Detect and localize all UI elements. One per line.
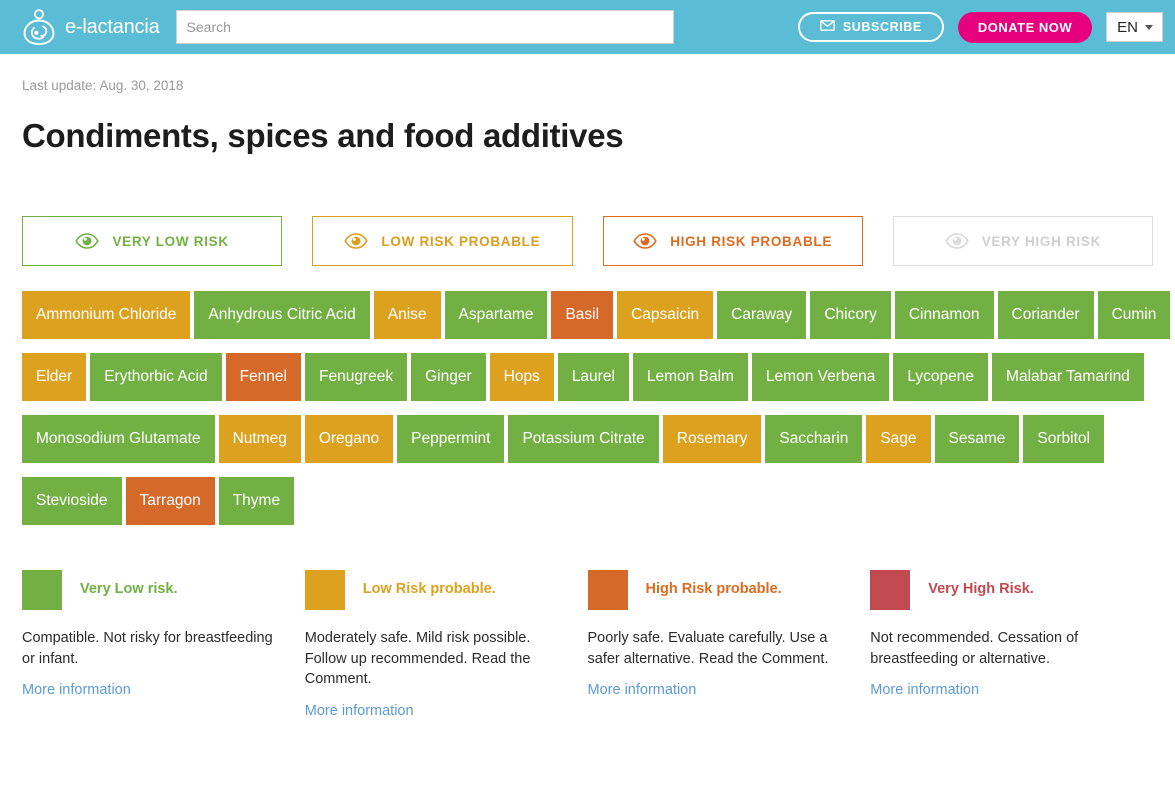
substance-tag[interactable]: Lemon Balm: [632, 353, 748, 401]
legend-header: Very Low risk.: [22, 570, 285, 610]
substance-tag[interactable]: Capsaicin: [617, 291, 714, 339]
breastfeeding-logo-icon: [22, 9, 56, 45]
risk-filter-very-high[interactable]: VERY HIGH RISK: [892, 216, 1153, 266]
substance-tag[interactable]: Oregano: [304, 415, 394, 463]
legend-title: Very High Risk.: [928, 581, 1034, 597]
subscribe-button[interactable]: SUBSCRIBE: [797, 12, 944, 42]
substance-tag[interactable]: Ginger: [411, 353, 486, 401]
subscribe-label: SUBSCRIBE: [842, 20, 922, 34]
substance-tag[interactable]: Lycopene: [893, 353, 989, 401]
substance-tag[interactable]: Thyme: [218, 477, 295, 525]
substance-tag-list: Ammonium Chloride Anhydrous Citric Acid An…: [22, 291, 1171, 525]
legend-item-very-high: Very High Risk. Not recommended. Cessati…: [870, 570, 1153, 720]
legend-item-low: Low Risk probable. Moderately safe. Mild…: [304, 570, 588, 720]
last-update: Last update: Aug. 30, 2018: [22, 78, 184, 93]
substance-tag[interactable]: Sesame: [934, 415, 1020, 463]
legend-item-very-low: Very Low risk. Compatible. Not risky for…: [22, 570, 305, 720]
legend-title: Very Low risk.: [80, 581, 178, 597]
color-swatch: [22, 570, 62, 610]
color-swatch: [304, 570, 345, 610]
substance-tag[interactable]: Cinnamon: [894, 291, 994, 339]
legend-description: Moderately safe. Mild risk possible. Fol…: [304, 630, 531, 688]
substance-tag-row: Ammonium Chloride Anhydrous Citric Acid An…: [22, 291, 1171, 339]
legend-description: Not recommended. Cessation of breastfeed…: [870, 630, 1079, 667]
page-body: Last update: Aug. 30, 2018 Condiments, s…: [0, 78, 1175, 720]
legend-item-high: High Risk probable. Poorly safe. Evaluat…: [587, 570, 871, 720]
eye-icon: [944, 233, 969, 249]
more-information-link[interactable]: More information: [22, 682, 131, 698]
risk-filter-very-low[interactable]: VERY LOW RISK: [22, 216, 283, 266]
risk-filter-label: HIGH RISK PROBABLE: [670, 233, 833, 249]
substance-tag[interactable]: Lemon Verbena: [751, 353, 890, 401]
legend-header: Very High Risk.: [870, 570, 1133, 610]
color-swatch: [587, 570, 628, 610]
substance-tag-row: Stevioside Tarragon Thyme: [22, 477, 1153, 525]
risk-filter-low[interactable]: LOW RISK PROBABLE: [312, 216, 573, 266]
substance-tag[interactable]: Fennel: [225, 353, 301, 401]
substance-tag[interactable]: Stevioside: [22, 477, 122, 525]
substance-tag[interactable]: Basil: [551, 291, 614, 339]
substance-tag[interactable]: Sage: [866, 415, 931, 463]
eye-icon: [75, 233, 100, 249]
language-selected: EN: [1117, 18, 1138, 36]
legend-description: Poorly safe. Evaluate carefully. Use a s…: [587, 630, 829, 667]
header-actions: SUBSCRIBE DONATE NOW EN: [797, 11, 1163, 43]
color-swatch: [870, 570, 911, 610]
envelope-icon: [819, 20, 835, 34]
legend-description: Compatible. Not risky for breastfeeding …: [22, 630, 273, 667]
substance-tag[interactable]: Anhydrous Citric Acid: [194, 291, 370, 339]
site-header: e-lactancia SUBSCRIBE DONATE NOW EN: [0, 0, 1175, 54]
eye-icon: [633, 233, 657, 249]
substance-tag[interactable]: Coriander: [997, 291, 1094, 339]
search-container: [175, 10, 674, 44]
legend-header: High Risk probable.: [587, 570, 851, 610]
language-selector[interactable]: EN: [1106, 12, 1163, 42]
substance-tag[interactable]: Aspartame: [444, 291, 548, 339]
risk-legend: Very Low risk. Compatible. Not risky for…: [22, 570, 1153, 720]
substance-tag[interactable]: Elder: [22, 353, 87, 401]
more-information-link[interactable]: More information: [870, 682, 979, 698]
risk-filter-label: VERY HIGH RISK: [981, 233, 1102, 249]
risk-filter-group: VERY LOW RISK LOW RISK PROBABLE HIGH RIS…: [22, 216, 1153, 266]
substance-tag[interactable]: Anise: [373, 291, 441, 339]
substance-tag[interactable]: Potassium Citrate: [508, 415, 659, 463]
chevron-down-icon: [1145, 24, 1153, 30]
substance-tag[interactable]: Laurel: [557, 353, 629, 401]
substance-tag[interactable]: Malabar Tamarind: [992, 353, 1144, 401]
substance-tag[interactable]: Ammonium Chloride: [22, 291, 191, 339]
substance-tag[interactable]: Fenugreek: [304, 353, 408, 401]
substance-tag[interactable]: Peppermint: [397, 415, 505, 463]
legend-header: Low Risk probable.: [304, 570, 568, 610]
substance-tag[interactable]: Chicory: [810, 291, 891, 339]
substance-tag[interactable]: Nutmeg: [218, 415, 301, 463]
substance-tag[interactable]: Rosemary: [662, 415, 762, 463]
substance-tag[interactable]: Monosodium Glutamate: [22, 415, 215, 463]
substance-tag[interactable]: Cumin: [1097, 291, 1171, 339]
substance-tag[interactable]: Saccharin: [765, 415, 863, 463]
substance-tag[interactable]: Hops: [489, 353, 554, 401]
brand[interactable]: e-lactancia: [22, 9, 160, 45]
substance-tag[interactable]: Erythorbic Acid: [90, 353, 222, 401]
substance-tag[interactable]: Caraway: [717, 291, 807, 339]
eye-icon: [344, 233, 369, 249]
search-input[interactable]: [175, 10, 674, 44]
brand-name: e-lactancia: [65, 15, 160, 38]
substance-tag-row: Elder Erythorbic Acid Fennel Fenugreek Ginge…: [22, 353, 1153, 401]
risk-filter-label: VERY LOW RISK: [112, 233, 229, 249]
legend-title: High Risk probable.: [645, 581, 782, 597]
substance-tag[interactable]: Tarragon: [125, 477, 215, 525]
risk-filter-high[interactable]: HIGH RISK PROBABLE: [602, 216, 863, 266]
legend-title: Low Risk probable.: [362, 581, 496, 597]
donate-button[interactable]: DONATE NOW: [957, 11, 1093, 43]
substance-tag[interactable]: Sorbitol: [1023, 415, 1104, 463]
risk-filter-label: LOW RISK PROBABLE: [381, 233, 541, 249]
substance-tag-row: Monosodium Glutamate Nutmeg Oregano Pepperm…: [22, 415, 1153, 463]
page-title: Condiments, spices and food additives: [22, 117, 624, 154]
more-information-link[interactable]: More information: [305, 703, 414, 719]
more-information-link[interactable]: More information: [588, 682, 697, 698]
